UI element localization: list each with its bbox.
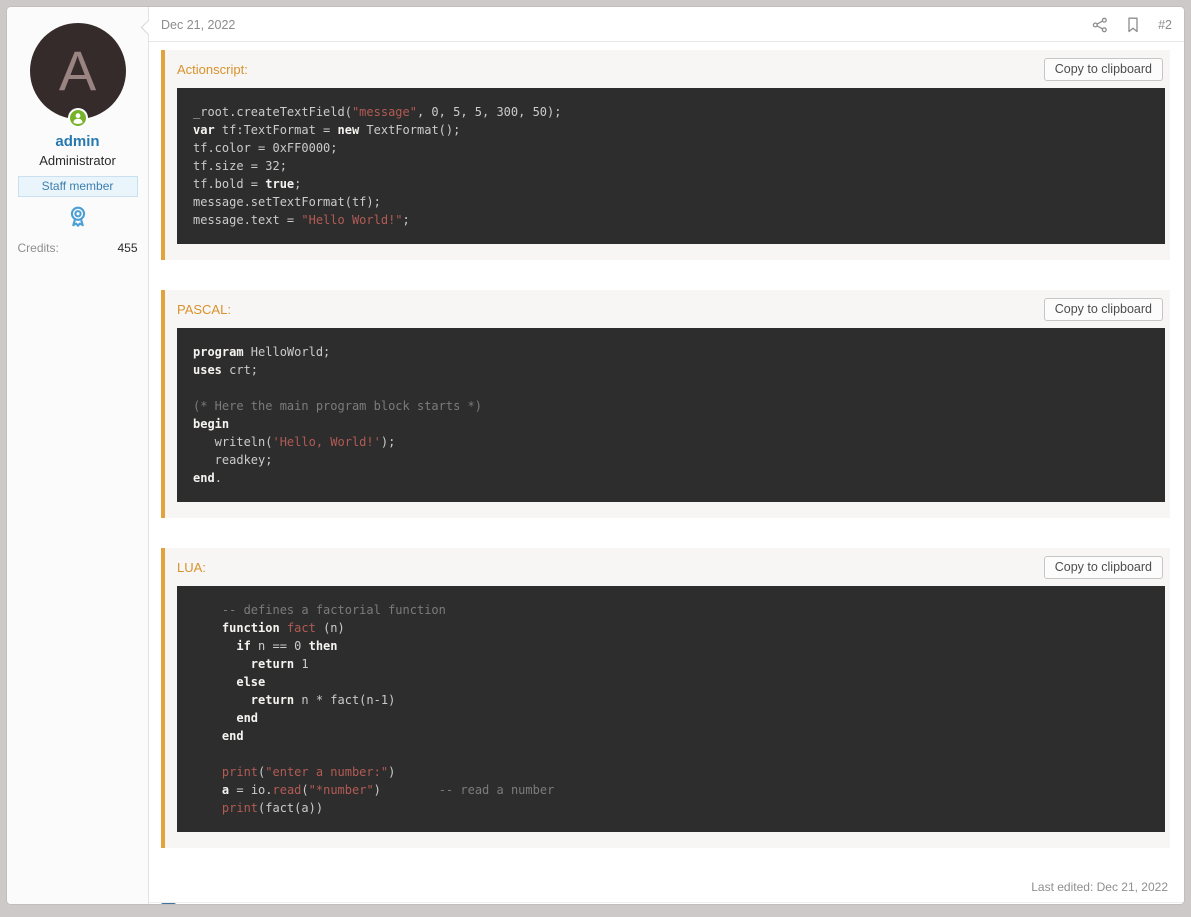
code-language-label: Actionscript: (177, 62, 248, 77)
post-number-link[interactable]: #2 (1158, 18, 1172, 32)
code-line: message.setTextFormat(tf); (193, 195, 381, 209)
code-line: return n * fact(n-1) (250, 693, 396, 707)
credits-row: Credits: 455 (18, 241, 138, 255)
code-line: writeln('Hello, World!'); (193, 435, 396, 449)
code-language-label: LUA: (177, 560, 206, 575)
copy-to-clipboard-button[interactable]: Copy to clipboard (1043, 556, 1163, 579)
action-link-delete[interactable]: Delete (378, 903, 416, 904)
staff-member-banner: Staff member (17, 176, 138, 197)
bookmark-icon[interactable] (1126, 17, 1140, 33)
code-block-header: PASCAL: Copy to clipboard (165, 290, 1165, 328)
code-line: uses crt; (193, 363, 259, 377)
code-line: tf.bold = true; (193, 177, 302, 191)
action-link-change-author[interactable]: Change author (480, 903, 566, 904)
award-icon (65, 204, 91, 230)
share-icon[interactable] (1092, 17, 1108, 33)
avatar[interactable]: A (29, 23, 126, 128)
reply-button[interactable]: Reply (1133, 903, 1168, 904)
code-line: end (236, 711, 259, 725)
code-language-label: PASCAL: (177, 302, 231, 317)
last-edited-text: Last edited: Dec 21, 2022 (1031, 880, 1168, 894)
code-line: program HelloWorld; (193, 345, 331, 359)
post-main: Dec 21, 2022 #2 Actionscript: Copy to cl… (140, 7, 1184, 904)
copy-to-clipboard-button[interactable]: Copy to clipboard (1043, 58, 1163, 81)
code-line: end. (193, 471, 222, 485)
code-line: end (221, 729, 244, 743)
copy-to-clipboard-button[interactable]: Copy to clipboard (1043, 298, 1163, 321)
code-line: tf.size = 32; (193, 159, 287, 173)
action-link-history[interactable]: History (311, 903, 351, 904)
code-line: return 1 (250, 657, 309, 671)
code-line: -- defines a factorial function (193, 603, 446, 617)
moderator-action-links: Report Edit History Delete IP Change author (198, 903, 566, 904)
code-line: var tf:TextFormat = new TextFormat(); (193, 123, 461, 137)
code-block-header: LUA: Copy to clipboard (165, 548, 1165, 586)
avatar-letter: A (58, 39, 97, 102)
code-line: print(fact(a)) (221, 801, 324, 815)
post-date-link[interactable]: Dec 21, 2022 (161, 18, 235, 32)
action-link-edit[interactable]: Edit (263, 903, 285, 904)
code-line: _root.createTextField("message", 0, 5, 5… (193, 105, 562, 119)
post-author-sidebar: A admin Administrator Staff member Credi… (7, 7, 149, 904)
post-card: A admin Administrator Staff member Credi… (6, 6, 1185, 905)
code-line: function fact (n) (221, 621, 345, 635)
attribution-actions: #2 (1092, 17, 1172, 33)
select-post-checkbox[interactable] (161, 903, 176, 904)
code-block-actionscript: Actionscript: Copy to clipboard _root.crea… (161, 50, 1170, 260)
post-attribution-bar: Dec 21, 2022 #2 (140, 7, 1184, 42)
credits-value: 455 (117, 241, 138, 255)
code-line: a = io.read("*number") -- read a number (221, 783, 555, 797)
code-line: readkey; (193, 453, 273, 467)
code-line: (* Here the main program block starts *) (193, 399, 482, 413)
user-title: Administrator (39, 153, 116, 168)
code-content-pascal: program HelloWorld; uses crt; (* Here the… (177, 328, 1165, 502)
post-actions-bar: Report Edit History Delete IP Change author R… (149, 902, 1184, 904)
action-link-report[interactable]: Report (198, 903, 237, 904)
code-line: message.text = "Hello World!"; (193, 213, 410, 227)
code-line: print("enter a number:") (221, 765, 396, 779)
code-block-header: Actionscript: Copy to clipboard (165, 50, 1165, 88)
post-content: Actionscript: Copy to clipboard _root.crea… (149, 42, 1184, 878)
action-link-ip[interactable]: IP (441, 903, 453, 904)
code-line: else (236, 675, 266, 689)
code-line: begin (193, 417, 230, 431)
code-block-pascal: PASCAL: Copy to clipboard program HelloWor… (161, 290, 1170, 518)
username-link[interactable]: admin (55, 133, 99, 150)
code-block-lua: LUA: Copy to clipboard -- defines a facto… (161, 548, 1170, 848)
code-line: if n == 0 then (236, 639, 338, 653)
credits-label: Credits: (17, 241, 59, 255)
user-online-icon (67, 108, 88, 128)
code-content-lua: -- defines a factorial function function… (177, 586, 1165, 832)
code-line: tf.color = 0xFF0000; (193, 141, 338, 155)
code-content-actionscript: _root.createTextField("message", 0, 5, 5… (177, 88, 1165, 244)
